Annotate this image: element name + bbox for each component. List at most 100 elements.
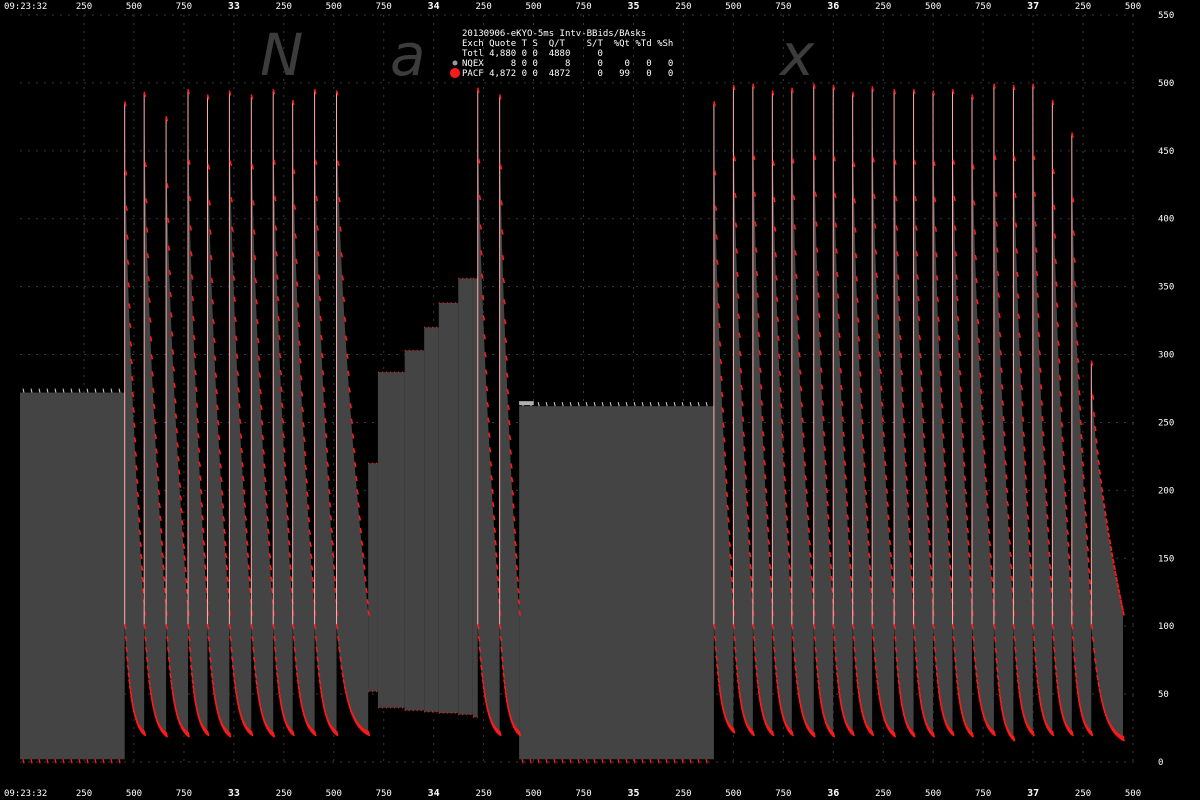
ask-mark xyxy=(805,488,808,495)
ask-mark xyxy=(215,388,219,395)
ask-mark xyxy=(1020,384,1024,391)
ask-mark xyxy=(868,564,872,570)
ask-mark xyxy=(289,564,292,570)
x-tick-label-top: 500 xyxy=(126,2,142,12)
ask-mark xyxy=(806,514,810,521)
ask-mark xyxy=(818,331,822,338)
ask-mark xyxy=(748,551,752,558)
plateau-bid-mark xyxy=(585,759,588,764)
ask-mark xyxy=(288,552,292,558)
ask-mark xyxy=(179,495,183,501)
ask-mark xyxy=(1056,322,1060,328)
plateau-ask-mark xyxy=(601,402,604,407)
plateau-ask-mark xyxy=(681,402,684,407)
ask-mark xyxy=(1018,350,1022,357)
ask-mark xyxy=(947,540,951,546)
ask-mark xyxy=(302,422,305,428)
ask-mark xyxy=(966,527,970,534)
ask-mark xyxy=(736,271,739,278)
ask-mark xyxy=(488,447,492,453)
ask-mark xyxy=(314,159,318,165)
ask-mark xyxy=(917,315,921,322)
ask-mark xyxy=(817,312,821,319)
ask-mark xyxy=(158,502,162,509)
ask-mark xyxy=(910,564,913,570)
ask-mark xyxy=(1049,575,1053,582)
ask-mark xyxy=(130,358,133,365)
ask-mark xyxy=(227,587,230,594)
ask-mark xyxy=(958,370,962,376)
ask-mark xyxy=(248,576,251,582)
ask-mark xyxy=(1014,192,1017,199)
cycle-area xyxy=(752,85,773,734)
ask-mark xyxy=(726,504,730,511)
ask-mark xyxy=(1064,491,1067,497)
ask-mark xyxy=(839,368,843,374)
cycle-area xyxy=(207,96,230,735)
x-tick-label-bottom: 750 xyxy=(775,789,791,799)
ask-mark xyxy=(825,487,829,494)
ask-mark xyxy=(184,566,187,573)
ask-mark xyxy=(264,490,268,496)
ask-mark xyxy=(201,527,205,534)
ask-mark xyxy=(986,503,989,509)
ask-mark xyxy=(987,528,991,534)
ask-mark xyxy=(754,247,758,253)
ask-mark xyxy=(510,476,514,483)
ask-mark xyxy=(808,539,812,546)
ask-mark xyxy=(798,369,802,375)
ask-mark xyxy=(795,295,799,301)
ask-mark xyxy=(762,445,766,452)
plateau-ask-mark xyxy=(649,402,652,407)
cycle-area xyxy=(772,92,792,734)
cycle-area xyxy=(1091,362,1123,739)
ask-mark xyxy=(723,451,727,457)
ask-mark xyxy=(793,224,797,230)
cycle-area xyxy=(894,91,914,735)
ask-mark xyxy=(883,460,887,467)
ask-mark xyxy=(761,415,764,422)
x-tick-label-top: 750 xyxy=(575,2,591,12)
watermark-letter: N xyxy=(260,21,303,89)
ask-mark xyxy=(962,461,966,468)
ask-mark xyxy=(798,352,801,358)
ask-mark xyxy=(500,229,504,235)
ask-mark xyxy=(787,552,791,558)
ask-mark xyxy=(1082,474,1085,480)
ask-mark xyxy=(1039,367,1042,373)
ask-mark xyxy=(156,476,160,482)
ask-mark xyxy=(1068,576,1072,583)
ask-mark xyxy=(245,527,248,534)
ask-mark xyxy=(943,462,947,468)
ask-mark xyxy=(167,245,171,251)
ask-mark xyxy=(171,349,175,355)
ask-mark xyxy=(1003,445,1007,452)
ask-mark xyxy=(296,302,300,308)
ask-mark xyxy=(238,403,241,409)
ask-mark xyxy=(909,552,913,558)
plateau-ask-mark xyxy=(585,402,588,407)
ask-mark xyxy=(225,564,229,571)
ask-mark xyxy=(491,501,495,508)
ask-mark xyxy=(923,461,927,468)
ask-mark xyxy=(885,488,889,494)
ask-mark xyxy=(998,331,1002,338)
ask-mark xyxy=(196,432,200,439)
ask-mark xyxy=(1073,257,1076,263)
ask-mark xyxy=(140,565,144,571)
x-tick-label-bottom: 35 xyxy=(627,788,639,799)
plateau-ask-mark xyxy=(62,388,65,393)
ask-mark xyxy=(802,432,805,438)
ask-mark xyxy=(139,541,142,548)
ask-mark xyxy=(1054,258,1058,264)
ask-mark xyxy=(188,195,192,202)
ask-mark xyxy=(972,164,975,170)
ask-mark xyxy=(784,502,788,508)
plateau-bid-mark xyxy=(62,759,65,764)
x-tick-label-top: 37 xyxy=(1027,1,1039,12)
plateau-bid-mark xyxy=(633,759,636,764)
ask-mark xyxy=(312,588,316,594)
ask-mark xyxy=(990,576,994,582)
ask-mark xyxy=(897,295,901,302)
ask-mark xyxy=(1078,390,1081,396)
